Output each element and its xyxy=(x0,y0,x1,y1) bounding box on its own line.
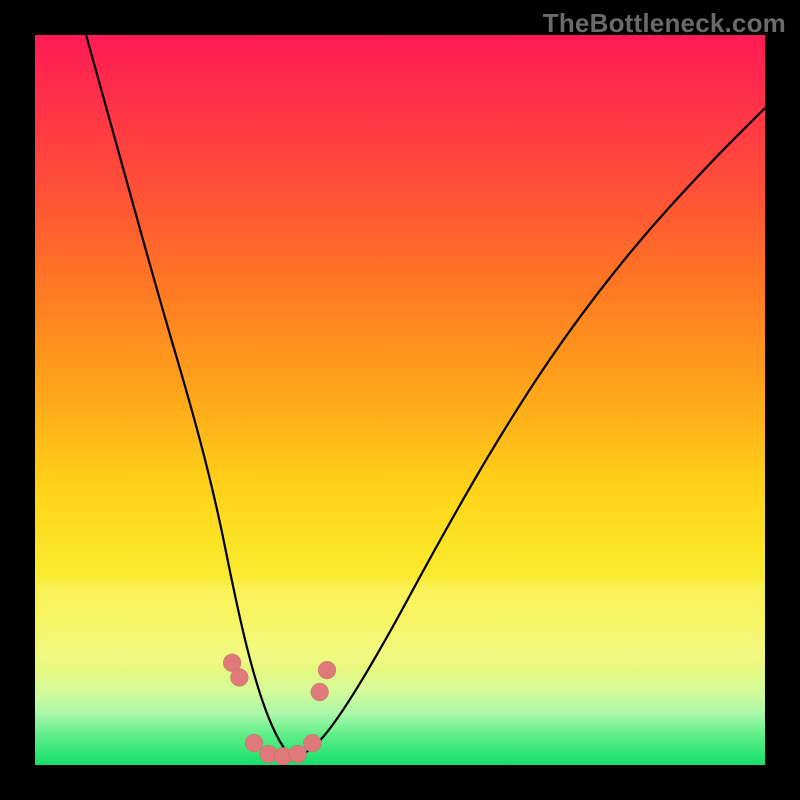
data-marker xyxy=(318,661,336,679)
watermark-text: TheBottleneck.com xyxy=(543,8,786,39)
marker-group xyxy=(223,654,336,765)
data-marker xyxy=(311,683,329,701)
data-marker xyxy=(230,668,248,686)
curve-layer xyxy=(35,35,765,765)
data-marker xyxy=(303,734,321,752)
data-marker xyxy=(245,734,263,752)
chart-frame: TheBottleneck.com xyxy=(0,0,800,800)
bottleneck-curve xyxy=(86,35,765,755)
plot-area xyxy=(35,35,765,765)
data-marker xyxy=(289,745,307,763)
